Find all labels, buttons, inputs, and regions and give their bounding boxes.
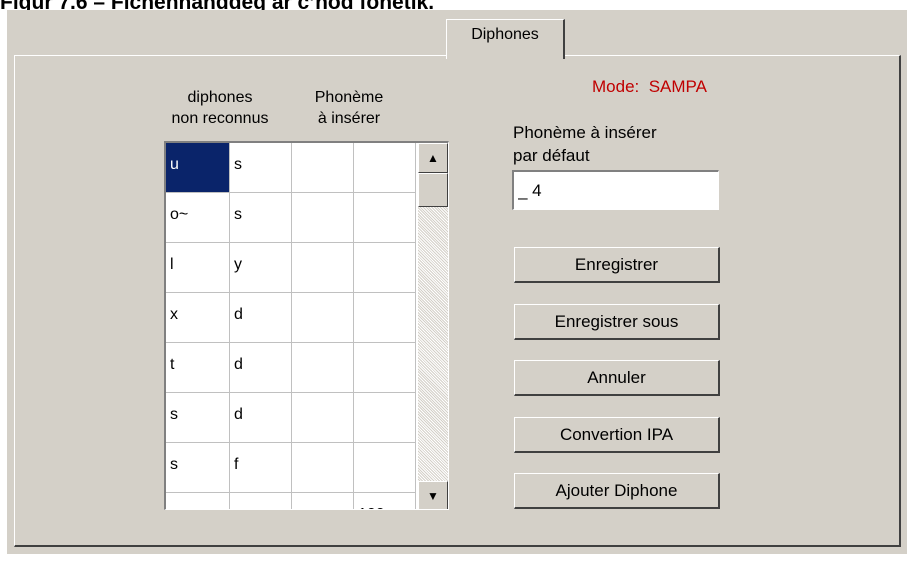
grid-cell[interactable]: [354, 343, 416, 393]
grid-cell[interactable]: d: [230, 293, 292, 343]
grid-cell[interactable]: [292, 343, 354, 393]
col-header-phoneme: Phonème à insérer: [294, 87, 404, 129]
triangle-up-icon: ▲: [427, 151, 439, 165]
grid-cell[interactable]: y: [230, 243, 292, 293]
scroll-thumb[interactable]: [418, 173, 448, 207]
grid-cell[interactable]: s: [230, 193, 292, 243]
grid-cell[interactable]: [292, 143, 354, 193]
grid-cell[interactable]: [292, 493, 354, 509]
vertical-scrollbar[interactable]: ▲ ▼: [418, 143, 448, 509]
scroll-down-button[interactable]: ▼: [418, 481, 448, 509]
grid-cell[interactable]: [354, 443, 416, 493]
table-row[interactable]: 100: [166, 493, 416, 509]
grid-cell[interactable]: s: [166, 393, 230, 443]
grid-cell[interactable]: d: [230, 343, 292, 393]
col-header-phoneme-line1: Phonème: [314, 89, 384, 106]
table-row[interactable]: us: [166, 143, 416, 193]
col-header-diphones-line2: non reconnus: [171, 110, 269, 127]
convert-ipa-button[interactable]: Convertion IPA: [514, 417, 720, 453]
grid-cell[interactable]: t: [166, 343, 230, 393]
grid-cell[interactable]: [292, 393, 354, 443]
grid-cell[interactable]: [292, 443, 354, 493]
grid-cell[interactable]: [354, 393, 416, 443]
grid-cell[interactable]: [354, 293, 416, 343]
table-row[interactable]: xd: [166, 293, 416, 343]
save-as-button[interactable]: Enregistrer sous: [514, 304, 720, 340]
scroll-up-button[interactable]: ▲: [418, 143, 448, 173]
table-row[interactable]: sf: [166, 443, 416, 493]
grid-cell[interactable]: 100: [354, 493, 416, 509]
default-phoneme-label: Phonème à insérer par défaut: [513, 121, 657, 167]
default-phoneme-label-line1: Phonème à insérer: [513, 123, 657, 142]
mode-indicator: Mode: SAMPA: [592, 77, 707, 97]
col-header-diphones: diphones non reconnus: [150, 87, 290, 129]
add-diphone-button[interactable]: Ajouter Diphone: [514, 473, 720, 509]
grid-cell[interactable]: [354, 193, 416, 243]
table-row[interactable]: ly: [166, 243, 416, 293]
grid-cell[interactable]: [292, 243, 354, 293]
grid-cell[interactable]: [230, 493, 292, 509]
grid-cell[interactable]: s: [230, 143, 292, 193]
tab-label: Diphones: [471, 26, 539, 43]
table-row[interactable]: sd: [166, 393, 416, 443]
table-row[interactable]: o~ s: [166, 193, 416, 243]
diphones-grid[interactable]: uso~slyxdtdsdsf100 ▲ ▼: [164, 141, 449, 510]
cancel-button[interactable]: Annuler: [514, 360, 720, 396]
mode-value: SAMPA: [648, 77, 707, 96]
diphones-panel: [14, 55, 901, 547]
grid-cell[interactable]: d: [230, 393, 292, 443]
grid-cell[interactable]: u: [166, 143, 230, 193]
grid-cell[interactable]: [354, 243, 416, 293]
grid-cell[interactable]: [354, 143, 416, 193]
grid-cell[interactable]: o~: [166, 193, 230, 243]
save-button[interactable]: Enregistrer: [514, 247, 720, 283]
grid-cell[interactable]: f: [230, 443, 292, 493]
grid-cell[interactable]: s: [166, 443, 230, 493]
tab-diphones[interactable]: Diphones: [446, 19, 565, 59]
triangle-down-icon: ▼: [427, 489, 439, 503]
default-phoneme-input[interactable]: [512, 170, 719, 210]
col-header-phoneme-line2: à insérer: [317, 110, 381, 127]
default-phoneme-label-line2: par défaut: [513, 146, 590, 165]
grid-cell[interactable]: [292, 293, 354, 343]
grid-rows: uso~slyxdtdsdsf100: [166, 143, 416, 509]
grid-cell[interactable]: x: [166, 293, 230, 343]
grid-cell[interactable]: l: [166, 243, 230, 293]
grid-cell[interactable]: [292, 193, 354, 243]
grid-cell[interactable]: [166, 493, 230, 509]
table-row[interactable]: td: [166, 343, 416, 393]
col-header-diphones-line1: diphones: [187, 89, 253, 106]
mode-label: Mode:: [592, 77, 640, 96]
